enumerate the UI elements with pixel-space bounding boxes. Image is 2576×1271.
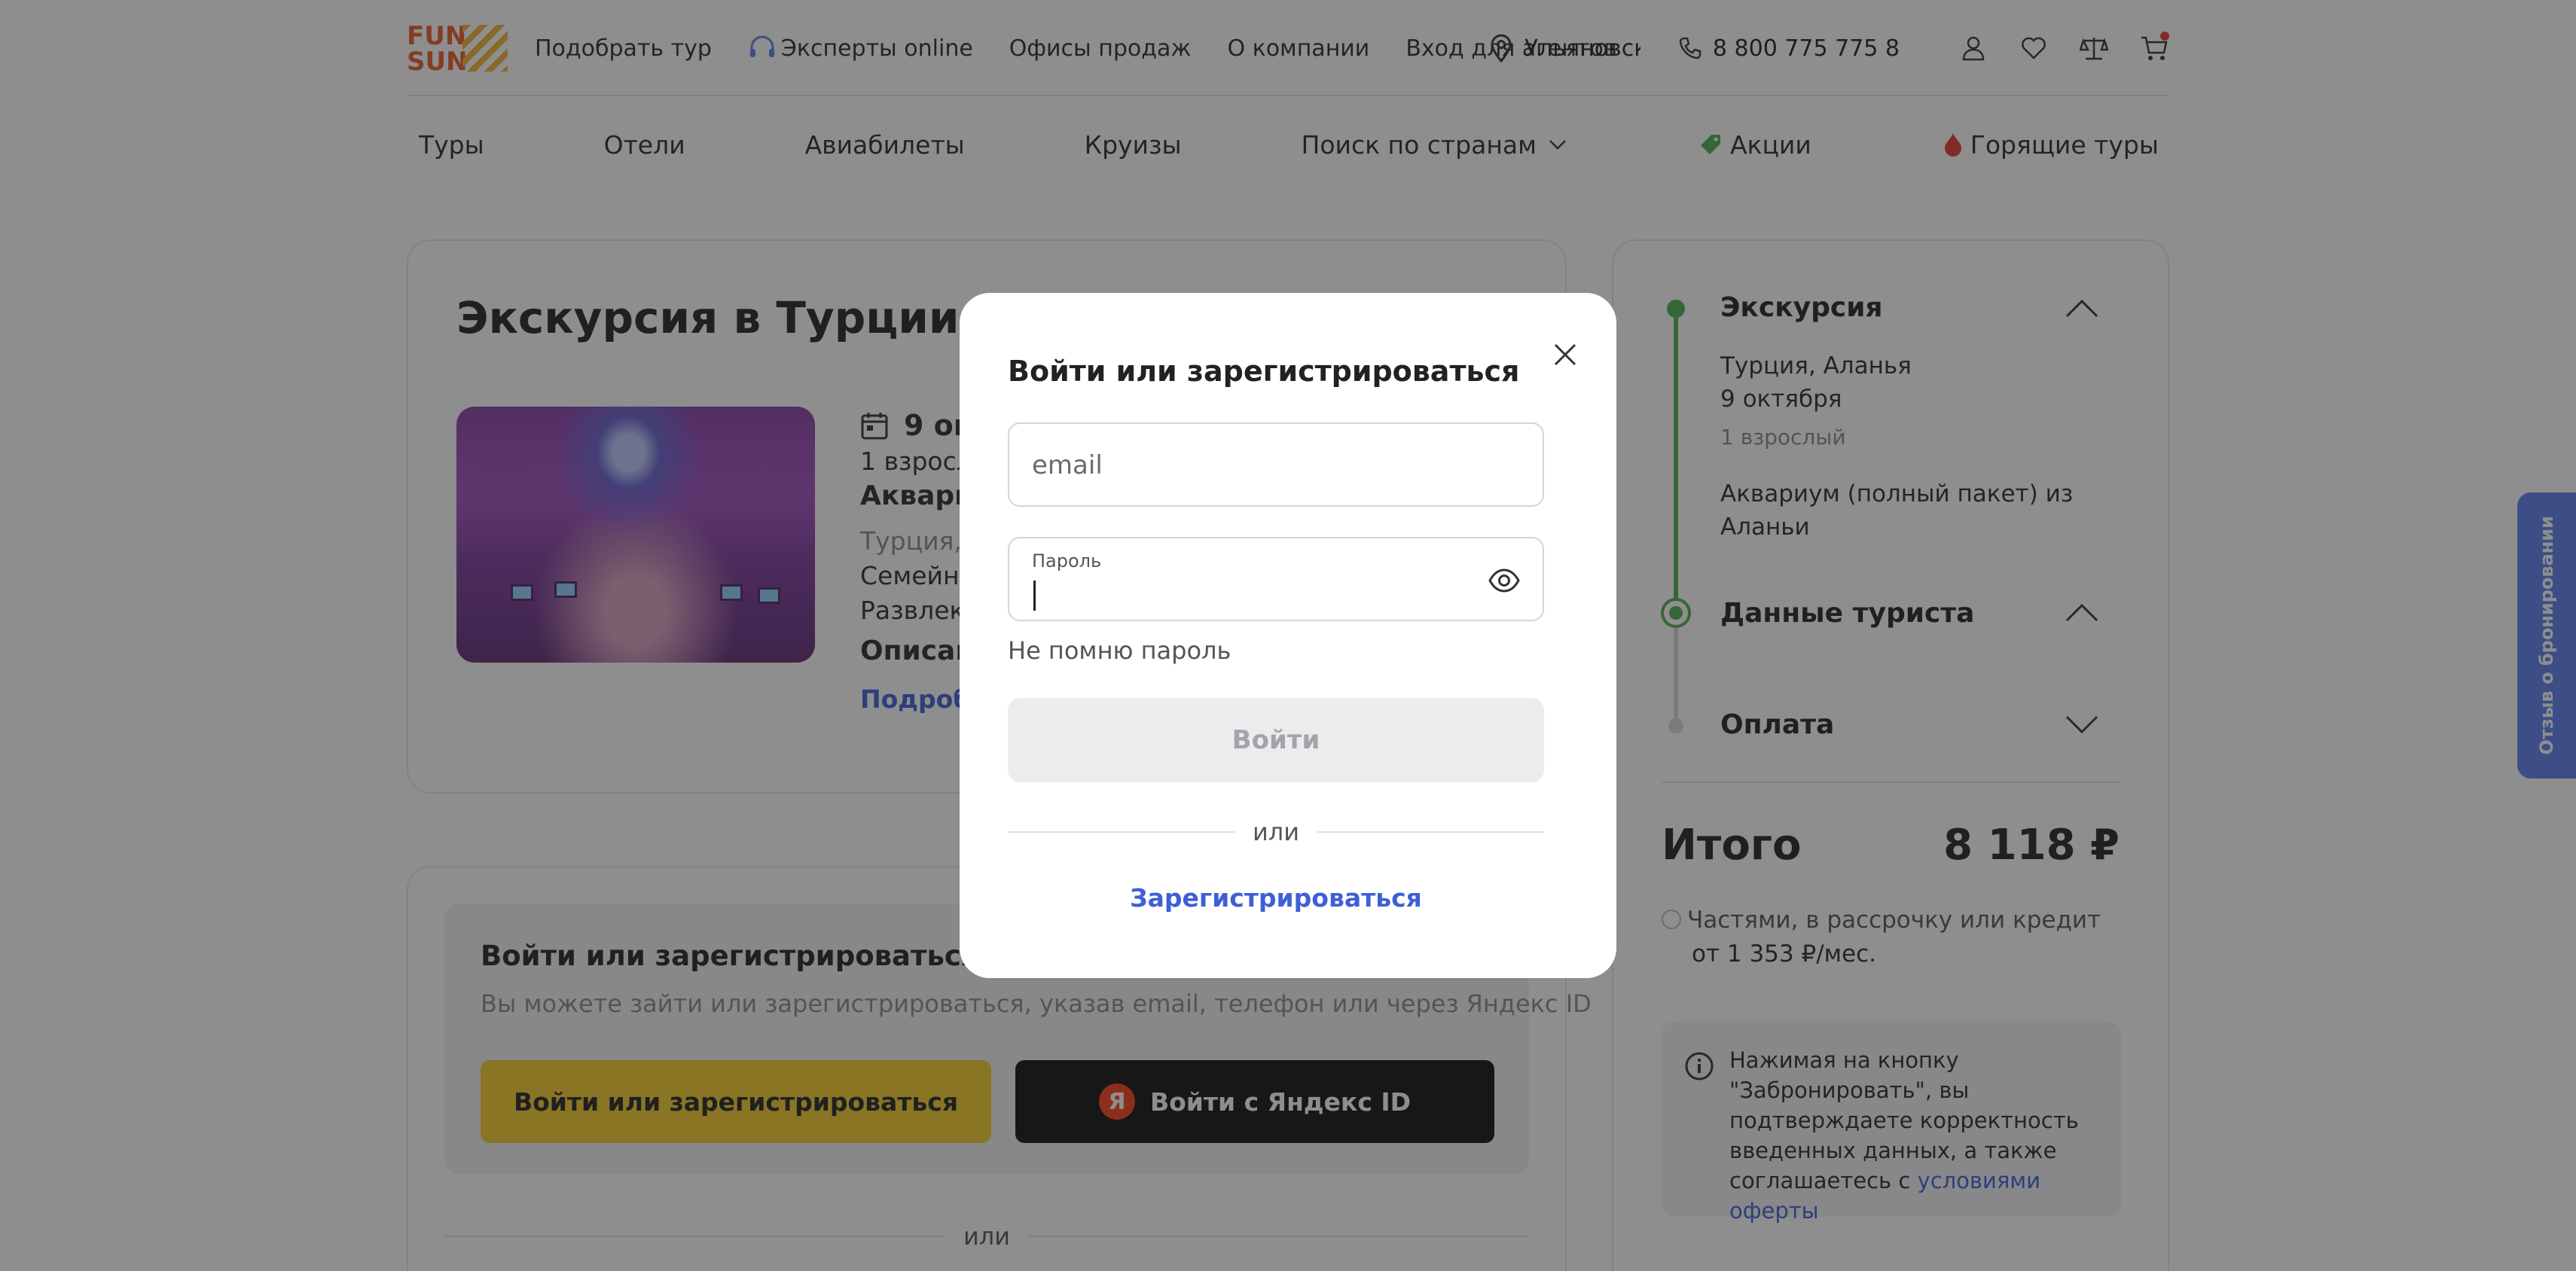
close-icon [1554,343,1576,366]
register-link[interactable]: Зарегистрироваться [1008,883,1544,913]
close-button[interactable] [1546,335,1585,374]
email-field [1008,422,1544,507]
modal-title: Войти или зарегистрироваться [1008,355,1520,388]
page: FUN SUN Подобрать тур Эксперты online Оф… [0,0,2576,1271]
email-input[interactable] [1032,443,1514,487]
login-modal: Войти или зарегистрироваться Пароль Не п… [960,293,1616,978]
eye-icon[interactable] [1488,565,1520,596]
text-cursor [1033,581,1036,611]
modal-or-divider: или [1008,817,1545,847]
or-label: или [1252,818,1300,846]
divider-line [1317,831,1545,833]
password-label: Пароль [1032,550,1102,571]
password-field[interactable]: Пароль [1008,537,1544,621]
login-button[interactable]: Войти [1008,698,1544,782]
forgot-password-link[interactable]: Не помню пароль [1008,636,1231,665]
divider-line [1008,831,1235,833]
login-button-label: Войти [1232,725,1320,755]
